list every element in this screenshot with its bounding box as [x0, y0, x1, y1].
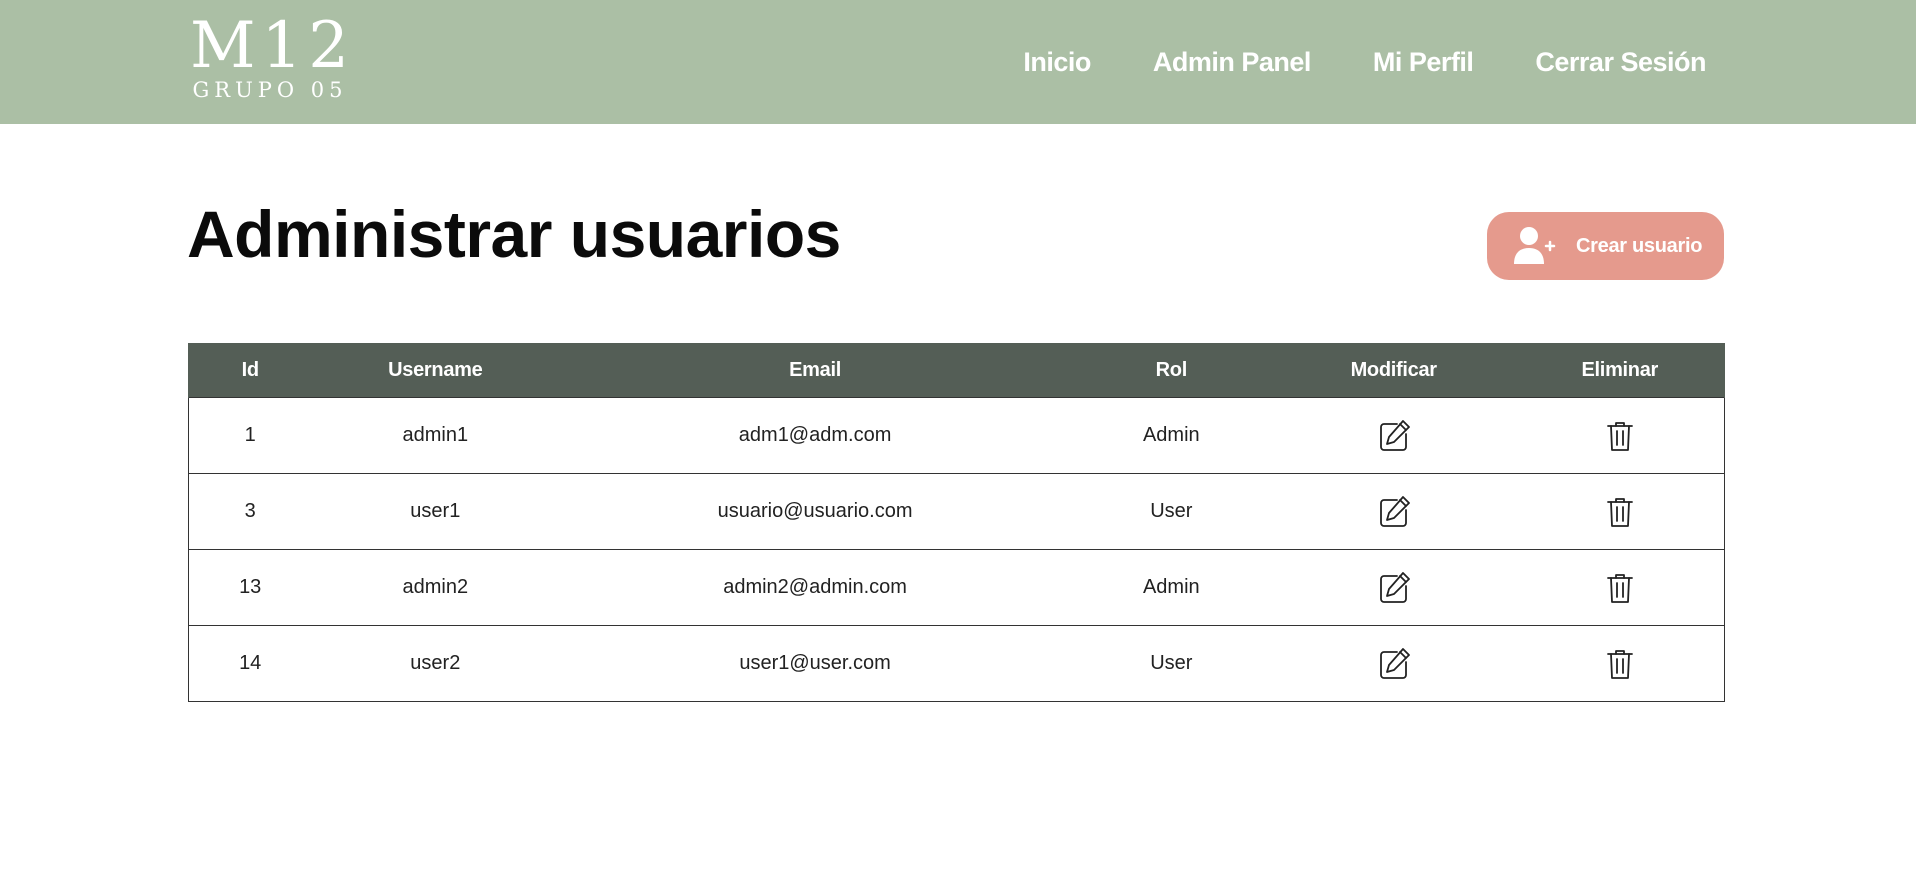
logo-sub-text: GRUPO 05 [192, 78, 348, 102]
column-header-email: Email [559, 343, 1071, 398]
add-user-icon [1512, 224, 1556, 268]
cell-email: adm1@adm.com [738, 424, 892, 446]
cell-username: admin1 [402, 424, 469, 446]
table-header-row: Id Username Email Rol Modificar Eliminar [188, 343, 1725, 398]
table-row: 14 user2 user1@user.com User [188, 625, 1725, 702]
edit-icon[interactable] [1376, 494, 1412, 530]
cell-modificar [1272, 398, 1516, 474]
cell-email: user1@user.com [739, 652, 891, 674]
cell-id: 3 [188, 473, 312, 550]
cell-id: 13 [188, 549, 312, 626]
logo[interactable]: M12 GRUPO 05 [190, 14, 350, 102]
cell-modificar [1272, 474, 1516, 550]
trash-icon[interactable] [1602, 646, 1638, 682]
table-row: 1 admin1 adm1@adm.com Admin [188, 397, 1725, 474]
cell-eliminar [1515, 397, 1725, 474]
column-header-modificar: Modificar [1271, 343, 1516, 398]
main-nav: Inicio Admin Panel Mi Perfil Cerrar Sesi… [1023, 0, 1706, 124]
cell-rol: User [1150, 652, 1193, 674]
cell-username: user1 [410, 500, 461, 522]
edit-icon[interactable] [1376, 646, 1412, 682]
nav-link-admin-panel[interactable]: Admin Panel [1153, 47, 1312, 78]
column-header-id: Id [188, 343, 312, 398]
nav-link-inicio[interactable]: Inicio [1023, 47, 1091, 78]
cell-modificar [1272, 550, 1516, 626]
cell-email: admin2@admin.com [723, 576, 907, 598]
cell-username: user2 [410, 652, 461, 674]
cell-eliminar [1515, 625, 1725, 702]
cell-rol: Admin [1142, 424, 1200, 446]
site-header: M12 GRUPO 05 Inicio Admin Panel Mi Perfi… [0, 0, 1916, 124]
trash-icon[interactable] [1602, 418, 1638, 454]
edit-icon[interactable] [1376, 418, 1412, 454]
cell-email: usuario@usuario.com [717, 500, 913, 522]
column-header-eliminar: Eliminar [1515, 343, 1725, 398]
edit-icon[interactable] [1376, 570, 1412, 606]
cell-rol: User [1150, 500, 1193, 522]
cell-id: 1 [188, 397, 312, 474]
page-title: Administrar usuarios [187, 197, 841, 271]
cell-rol: Admin [1142, 576, 1200, 598]
cell-id: 14 [188, 625, 312, 702]
users-table: Id Username Email Rol Modificar Eliminar… [188, 343, 1725, 702]
cell-modificar [1272, 626, 1516, 702]
cell-username: admin2 [402, 576, 469, 598]
trash-icon[interactable] [1602, 494, 1638, 530]
nav-link-mi-perfil[interactable]: Mi Perfil [1373, 47, 1474, 78]
cell-eliminar [1515, 549, 1725, 626]
create-user-button[interactable]: Crear usuario [1487, 212, 1724, 280]
table-row: 3 user1 usuario@usuario.com User [188, 473, 1725, 550]
column-header-rol: Rol [1070, 343, 1272, 398]
trash-icon[interactable] [1602, 570, 1638, 606]
cell-eliminar [1515, 473, 1725, 550]
logo-main-text: M12 [190, 9, 355, 83]
create-user-label: Crear usuario [1576, 234, 1703, 257]
table-row: 13 admin2 admin2@admin.com Admin [188, 549, 1725, 626]
column-header-username: Username [311, 343, 560, 398]
nav-link-cerrar-sesion[interactable]: Cerrar Sesión [1535, 47, 1706, 78]
